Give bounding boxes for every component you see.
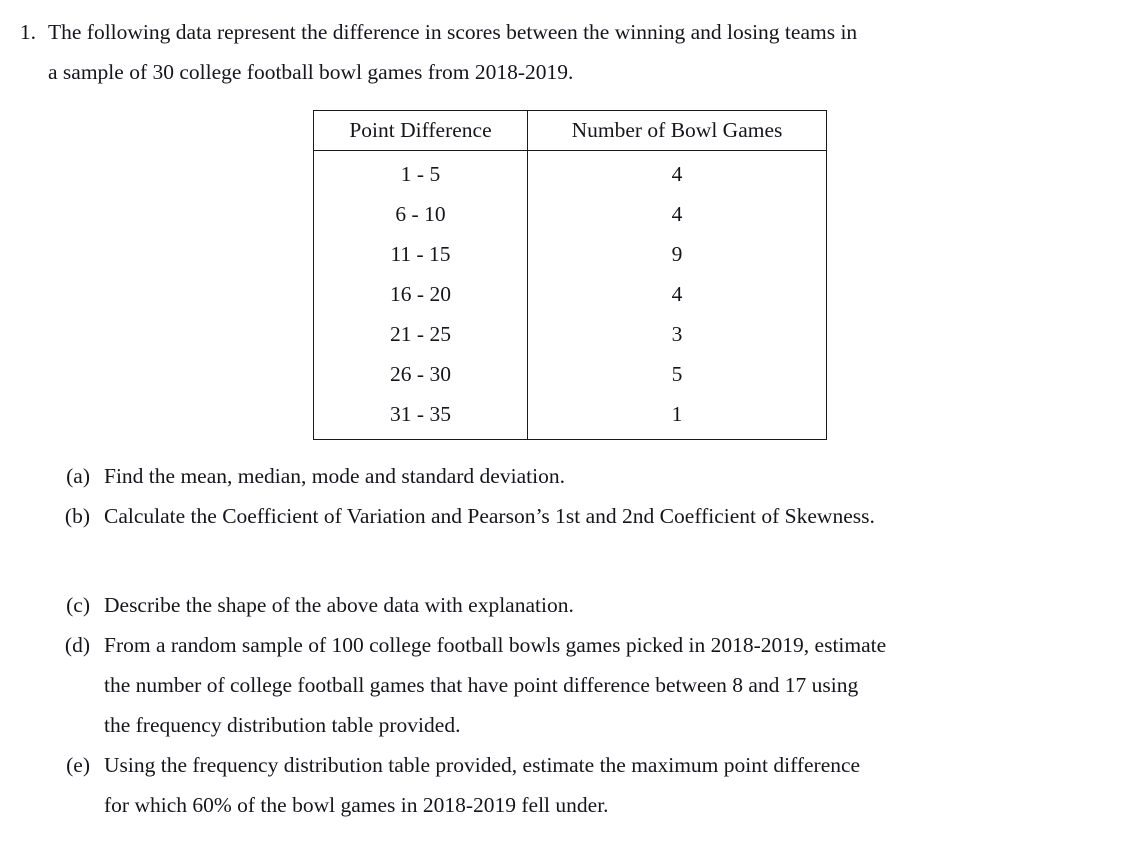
table-row: 1 - 5 4 <box>313 150 827 195</box>
subquestion-line: Using the frequency distribution table p… <box>104 753 861 777</box>
table-row: 16 - 20 4 <box>313 275 827 315</box>
problem-number: 1. <box>19 20 36 44</box>
subquestion-list: (a) Find the mean, median, mode and stan… <box>0 456 1126 825</box>
subquestion-marker: (c) <box>66 593 90 617</box>
statement-line: a sample of 30 college football bowl gam… <box>48 60 574 84</box>
cell-frequency: 5 <box>671 362 683 387</box>
cell-frequency: 4 <box>671 202 683 227</box>
table-header-row: Point Difference Number of Bowl Games <box>313 110 827 151</box>
table-header: Point Difference Number of Bowl Games <box>313 110 827 151</box>
cell-frequency: 4 <box>671 282 683 307</box>
cell-interval: 31 - 35 <box>313 395 528 440</box>
cell-interval: 16 - 20 <box>313 275 528 315</box>
subquestion-a: (a) Find the mean, median, mode and stan… <box>0 456 1126 496</box>
frequency-table-container: Point Difference Number of Bowl Games 1 … <box>313 110 827 440</box>
cell-interval: 11 - 15 <box>313 235 528 275</box>
cell-frequency: 9 <box>671 242 683 267</box>
table-row: 31 - 35 1 <box>313 395 827 440</box>
table-row: 26 - 30 5 <box>313 355 827 395</box>
subquestion-line: the frequency distribution table provide… <box>104 713 461 737</box>
subquestion-b: (b) Calculate the Coefficient of Variati… <box>0 496 1126 536</box>
cell-frequency: 1 <box>671 402 683 427</box>
column-header-number-of-bowl-games: Number of Bowl Games <box>527 110 827 151</box>
subquestion-line: Calculate the Coefficient of Variation a… <box>104 504 875 528</box>
cell-interval: 21 - 25 <box>313 315 528 355</box>
cell-interval: 1 - 5 <box>313 150 528 195</box>
subquestion-line: From a random sample of 100 college foot… <box>104 633 887 657</box>
subquestion-marker: (a) <box>66 464 90 488</box>
subquestion-line: Describe the shape of the above data wit… <box>104 593 574 617</box>
column-header-point-difference: Point Difference <box>313 110 528 151</box>
table-row: 11 - 15 9 <box>313 235 827 275</box>
subquestion-d: (d) From a random sample of 100 college … <box>0 625 1126 745</box>
problem-statement: 1. The following data represent the diff… <box>0 0 1126 92</box>
table-row: 21 - 25 3 <box>313 315 827 355</box>
cell-frequency: 4 <box>671 162 683 187</box>
cell-frequency: 3 <box>671 322 683 347</box>
table-body: 1 - 5 4 6 - 10 4 11 - 15 9 16 - 20 4 21 … <box>313 150 827 440</box>
problem-text: The following data represent the differe… <box>48 0 1126 92</box>
cell-interval: 26 - 30 <box>313 355 528 395</box>
problem-row: 1. The following data represent the diff… <box>0 0 1126 92</box>
subquestion-text: Using the frequency distribution table p… <box>104 745 1126 825</box>
subquestion-line: the number of college football games tha… <box>104 673 859 697</box>
table-row: 6 - 10 4 <box>313 195 827 235</box>
subquestion-marker: (b) <box>64 504 90 528</box>
subquestion-text: From a random sample of 100 college foot… <box>104 625 1126 745</box>
cell-interval: 6 - 10 <box>313 195 528 235</box>
subquestion-c: (c) Describe the shape of the above data… <box>0 585 1126 625</box>
subquestion-line: Find the mean, median, mode and standard… <box>104 464 565 488</box>
frequency-distribution-table: Point Difference Number of Bowl Games 1 … <box>313 110 827 440</box>
subquestion-e: (e) Using the frequency distribution tab… <box>0 745 1126 825</box>
subquestion-text: Find the mean, median, mode and standard… <box>104 456 1126 496</box>
subquestion-line: for which 60% of the bowl games in 2018-… <box>104 793 609 817</box>
subquestion-marker: (d) <box>64 633 90 657</box>
subquestion-marker: (e) <box>66 753 90 777</box>
subquestion-text: Describe the shape of the above data wit… <box>104 585 1126 625</box>
subquestion-text: Calculate the Coefficient of Variation a… <box>104 496 1126 536</box>
statement-line: The following data represent the differe… <box>48 20 858 44</box>
